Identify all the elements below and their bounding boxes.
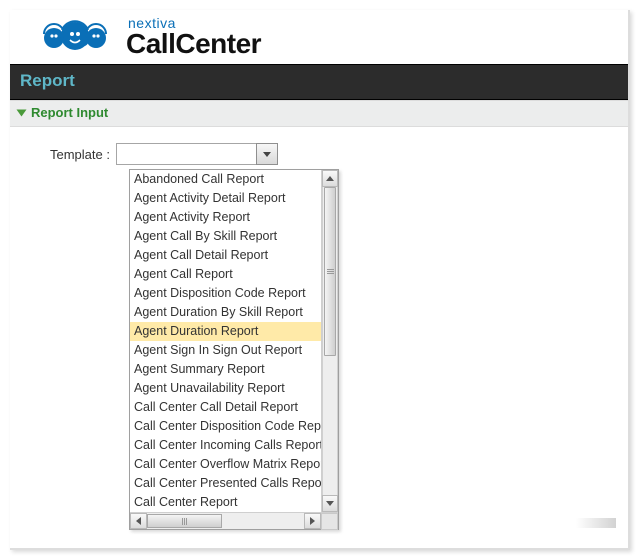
- dropdown-option[interactable]: Abandoned Call Report: [130, 170, 321, 189]
- template-input[interactable]: [116, 143, 256, 165]
- scroll-up-button[interactable]: [322, 170, 338, 187]
- dropdown-option[interactable]: Call Center Report: [130, 493, 321, 512]
- section-header[interactable]: Report Input: [10, 100, 628, 127]
- dropdown-option[interactable]: Call Center Call Detail Report: [130, 398, 321, 417]
- scroll-down-button[interactable]: [322, 495, 338, 512]
- dropdown-option[interactable]: Call Center Disposition Code Report: [130, 417, 321, 436]
- shadow-decoration: [576, 518, 616, 528]
- dropdown-option[interactable]: Agent Call Report: [130, 265, 321, 284]
- dropdown-option[interactable]: Agent Summary Report: [130, 360, 321, 379]
- scroll-right-button[interactable]: [304, 513, 321, 529]
- arrow-left-icon: [136, 517, 141, 525]
- dropdown-option[interactable]: Agent Sign In Sign Out Report: [130, 341, 321, 360]
- template-dropdown: Abandoned Call ReportAgent Activity Deta…: [129, 169, 339, 530]
- template-label: Template :: [50, 147, 110, 162]
- horizontal-scroll-track[interactable]: [147, 513, 304, 529]
- arrow-up-icon: [326, 176, 334, 181]
- scroll-corner: [321, 513, 338, 530]
- scroll-grip-icon: [327, 269, 334, 275]
- section-collapse-icon: [17, 109, 27, 116]
- dropdown-option[interactable]: Agent Activity Detail Report: [130, 189, 321, 208]
- dropdown-option[interactable]: Call Center Incoming Calls Report: [130, 436, 321, 455]
- vertical-scroll-track[interactable]: [322, 187, 338, 495]
- logo-row: nextiva CallCenter: [10, 10, 628, 64]
- dropdown-list: Abandoned Call ReportAgent Activity Deta…: [130, 170, 321, 512]
- dropdown-option[interactable]: Agent Disposition Code Report: [130, 284, 321, 303]
- template-row: Template :: [50, 143, 620, 165]
- dropdown-option[interactable]: Agent Duration By Skill Report: [130, 303, 321, 322]
- app-frame: nextiva CallCenter Report Report Input T…: [10, 10, 630, 550]
- dropdown-option[interactable]: Agent Unavailability Report: [130, 379, 321, 398]
- vertical-scrollbar[interactable]: [321, 170, 338, 512]
- form-area: Template : Abandoned Call ReportAgent Ac…: [10, 127, 628, 173]
- scroll-left-button[interactable]: [130, 513, 147, 529]
- dropdown-option[interactable]: Agent Call By Skill Report: [130, 227, 321, 246]
- brand-text: nextiva CallCenter: [126, 16, 261, 58]
- scroll-grip-icon: [182, 518, 188, 525]
- brand-big: CallCenter: [126, 30, 261, 58]
- dropdown-option[interactable]: Call Center Overflow Matrix Report: [130, 455, 321, 474]
- horizontal-scrollbar[interactable]: [130, 512, 338, 529]
- section-label: Report Input: [31, 105, 108, 120]
- arrow-down-icon: [326, 501, 334, 506]
- dropdown-option[interactable]: Agent Call Detail Report: [130, 246, 321, 265]
- vertical-scroll-thumb[interactable]: [324, 187, 336, 356]
- agents-headset-icon: [38, 16, 112, 58]
- dropdown-option[interactable]: Agent Activity Report: [130, 208, 321, 227]
- template-dropdown-button[interactable]: [256, 143, 278, 165]
- page-title: Report: [10, 64, 628, 100]
- dropdown-option[interactable]: Call Center Presented Calls Report: [130, 474, 321, 493]
- chevron-down-icon: [263, 152, 271, 157]
- dropdown-option[interactable]: Agent Duration Report: [130, 322, 321, 341]
- template-combo: [116, 143, 278, 165]
- horizontal-scroll-thumb[interactable]: [147, 514, 222, 528]
- arrow-right-icon: [310, 517, 315, 525]
